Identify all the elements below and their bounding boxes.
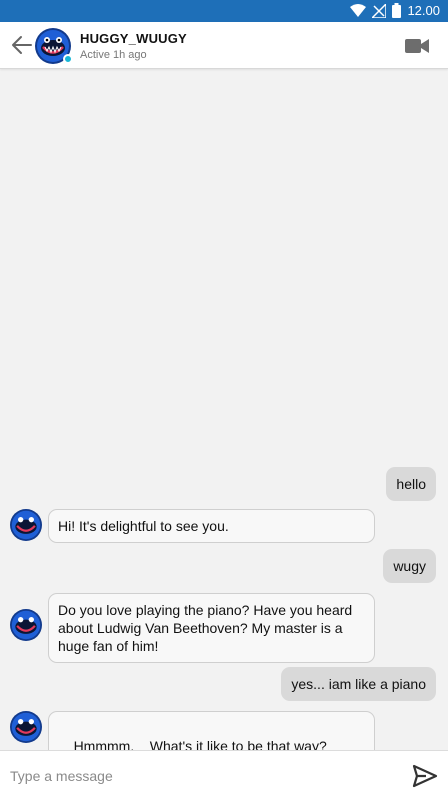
message-bubble-sent[interactable]: hello xyxy=(386,467,436,501)
message-bubble-sent[interactable]: wugy xyxy=(383,549,436,583)
video-camera-icon[interactable] xyxy=(405,38,429,54)
send-icon[interactable] xyxy=(412,764,438,788)
message-bubble-received[interactable]: Do you love playing the piano? Have you … xyxy=(48,593,375,663)
message-composer xyxy=(0,750,448,800)
message-text: wugy xyxy=(393,558,426,574)
contact-name[interactable]: HUGGY_WUUGY xyxy=(80,31,187,46)
sender-avatar[interactable] xyxy=(10,509,42,541)
chat-header: HUGGY_WUUGY Active 1h ago xyxy=(0,22,448,69)
battery-icon xyxy=(392,3,402,18)
status-time: 12.00 xyxy=(407,3,440,18)
sender-avatar[interactable] xyxy=(10,609,42,641)
wifi-icon xyxy=(350,4,367,17)
message-text: yes... iam like a piano xyxy=(291,676,426,692)
sender-avatar[interactable] xyxy=(10,711,42,743)
contact-status: Active 1h ago xyxy=(80,49,147,61)
message-text: Do you love playing the piano? Have you … xyxy=(58,602,353,654)
status-bar: 12.00 xyxy=(0,0,448,22)
message-bubble-received[interactable]: Hi! It's delightful to see you. xyxy=(48,509,375,543)
message-text: hello xyxy=(396,476,426,492)
message-list[interactable]: hello Hi! It's delightful to see you. wu… xyxy=(0,70,448,781)
message-bubble-sent[interactable]: yes... iam like a piano xyxy=(281,667,436,701)
message-text: Hi! It's delightful to see you. xyxy=(58,518,229,534)
back-arrow-icon[interactable] xyxy=(11,35,33,55)
contact-avatar[interactable] xyxy=(35,28,73,64)
signal-icon xyxy=(372,3,387,18)
message-input[interactable] xyxy=(10,764,390,788)
online-indicator xyxy=(63,54,73,64)
